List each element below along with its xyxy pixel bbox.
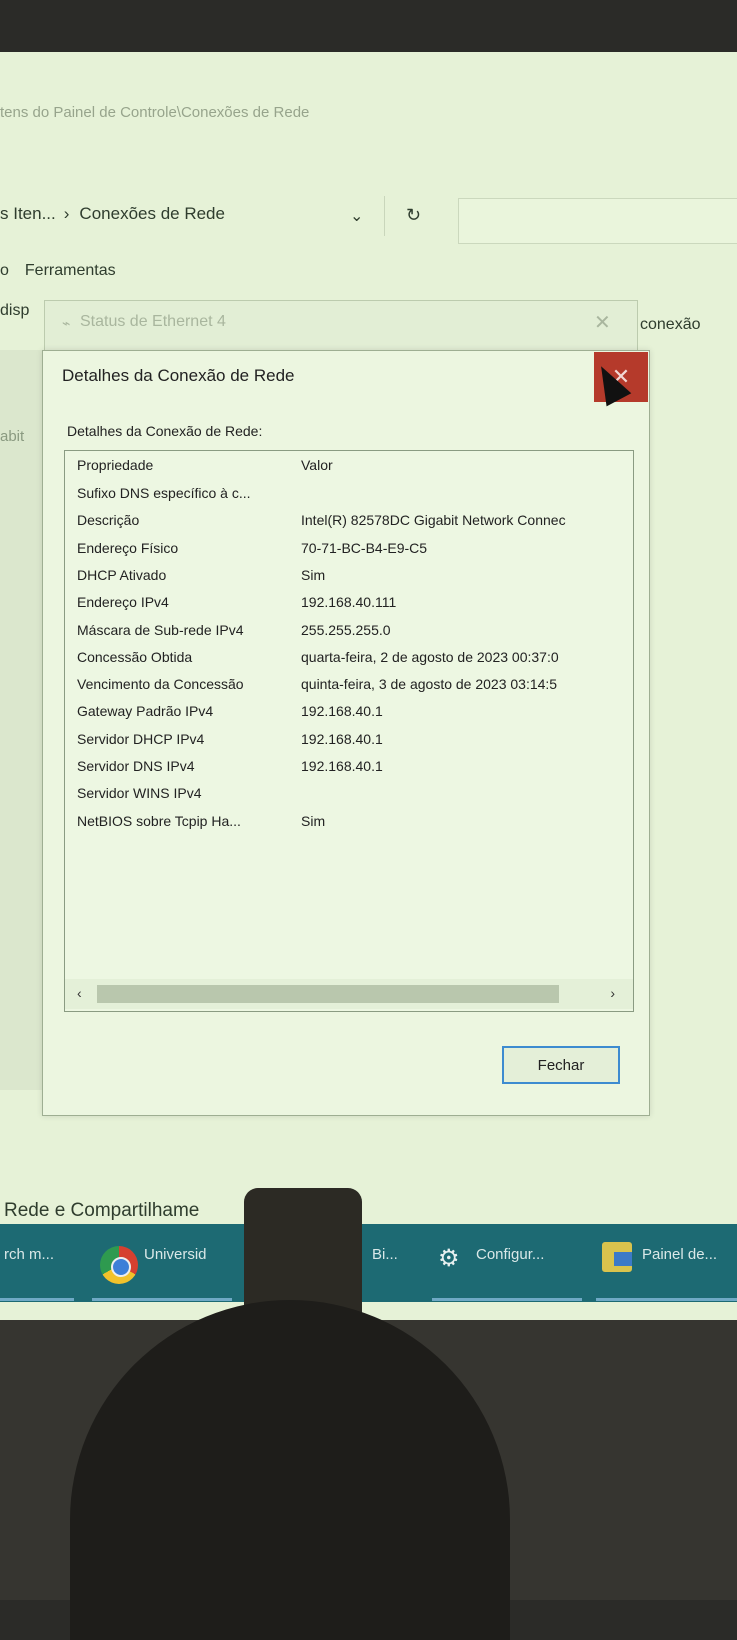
taskbar-item[interactable]: Painel de... [642,1246,717,1263]
section-label: Rede e Compartilhame [4,1200,200,1221]
address-path: tens do Painel de Controle\Conexões de R… [0,104,310,121]
gear-icon[interactable]: ⚙ [438,1244,460,1273]
close-icon[interactable]: ✕ [594,310,611,335]
horizontal-scrollbar[interactable]: ‹ › [65,979,633,1009]
breadcrumb-parent[interactable]: s Iten... [0,204,56,223]
scrollbar-thumb[interactable] [97,985,559,1003]
value-cell: 255.255.255.0 [301,621,391,638]
property-cell: NetBIOS sobre Tcpip Ha... [77,812,241,829]
taskbar-item[interactable]: Bi... [372,1246,398,1263]
network-icon: ⌁ [62,315,71,331]
chrome-icon[interactable] [100,1246,138,1284]
group-label: Detalhes da Conexão de Rede: [67,423,263,439]
active-indicator [596,1298,737,1301]
status-window-title: Status de Ethernet 4 [80,313,226,330]
scroll-right-icon[interactable]: › [610,985,615,1001]
value-cell: 192.168.40.111 [301,594,397,611]
column-header-property[interactable]: Propriedade [77,457,153,473]
menu-item[interactable]: o [0,262,9,279]
property-cell: Gateway Padrão IPv4 [77,703,214,720]
column-header-value[interactable]: Valor [301,457,333,473]
breadcrumb[interactable]: s Iten... › Conexões de Rede [0,204,225,224]
property-cell: DHCP Ativado [77,566,167,583]
value-cell: 70-71-BC-B4-E9-C5 [301,539,428,556]
property-cell: Vencimento da Concessão [77,676,244,693]
property-cell: Servidor DNS IPv4 [77,758,195,774]
value-cell: Sim [301,566,326,583]
divider [384,196,385,236]
value-cell: 192.168.40.1 [301,730,383,747]
breadcrumb-current[interactable]: Conexões de Rede [79,204,225,223]
value-cell: Intel(R) 82578DC Gigabit Network Connec [301,512,566,529]
command-bar-text[interactable]: disp [0,302,29,320]
property-cell: Sufixo DNS específico à c... [77,485,251,501]
property-cell: Endereço Físico [77,539,179,556]
pane-label: abit [0,428,25,445]
active-indicator [432,1298,582,1301]
property-cell: Endereço IPv4 [77,594,169,611]
menu-item-tools[interactable]: Ferramentas [25,262,116,279]
dialog-title: Detalhes da Conexão de Rede [62,366,295,385]
property-cell: Máscara de Sub-rede IPv4 [77,621,244,638]
control-panel-icon[interactable] [602,1242,632,1272]
menu-bar: o Ferramentas [0,262,132,280]
taskbar-item[interactable]: Configur... [476,1246,544,1263]
value-cell: Sim [301,812,326,829]
command-bar-text[interactable]: conexão [640,316,701,334]
taskbar-item[interactable]: Universid [144,1246,207,1263]
refresh-icon[interactable]: ↻ [406,205,421,226]
navigation-pane [0,350,44,1090]
value-cell: 192.168.40.1 [301,758,383,774]
scroll-left-icon[interactable]: ‹ [77,985,82,1001]
active-indicator [0,1298,74,1301]
value-cell: quarta-feira, 2 de agosto de 2023 00:37:… [301,648,559,665]
property-cell: Servidor WINS IPv4 [77,785,202,802]
property-cell: Servidor DHCP IPv4 [77,730,205,747]
property-cell: Concessão Obtida [77,648,193,665]
chevron-right-icon: › [63,204,70,223]
fechar-button[interactable]: Fechar [502,1046,620,1084]
value-cell: 192.168.40.1 [301,703,383,720]
chevron-down-icon[interactable]: ⌄ [350,206,363,226]
details-list[interactable]: Propriedade Valor Sufixo DNS específico … [64,450,634,1012]
value-cell: quinta-feira, 3 de agosto de 2023 03:14:… [301,676,558,693]
property-cell: Descrição [77,512,140,529]
active-indicator [92,1298,232,1301]
taskbar-item[interactable]: rch m... [4,1246,54,1263]
search-input[interactable] [458,198,737,244]
